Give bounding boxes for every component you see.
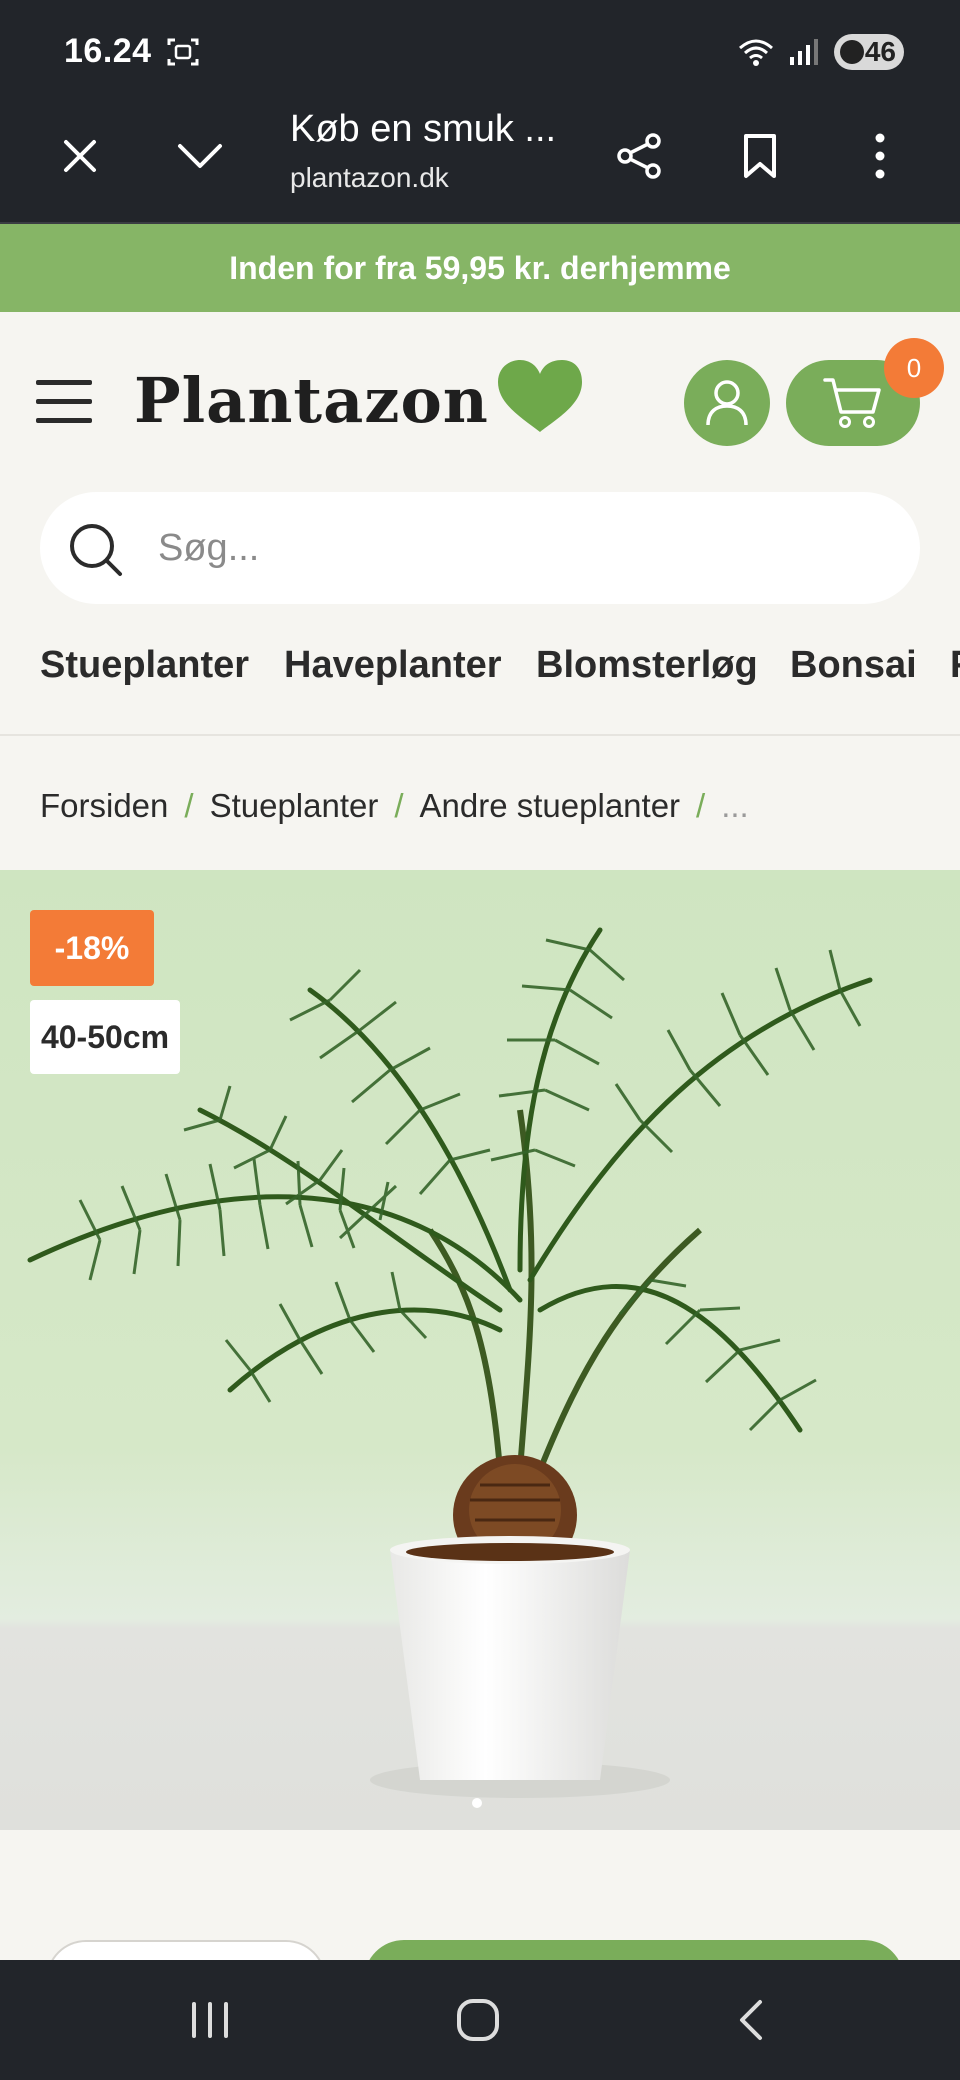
battery-level: 46	[864, 36, 896, 67]
battery-saver-icon	[840, 40, 864, 64]
breadcrumb-separator: /	[184, 787, 194, 824]
menu-button[interactable]	[36, 380, 92, 428]
home-button[interactable]	[448, 1990, 508, 2050]
screenshot-icon	[167, 38, 199, 66]
cart-count-badge: 0	[884, 338, 944, 398]
status-time: 16.24	[64, 32, 152, 70]
close-icon	[64, 140, 96, 172]
status-icons: 46	[736, 32, 904, 72]
tab-url[interactable]: plantazon.dk	[290, 162, 449, 194]
system-nav-bar	[0, 1960, 960, 2080]
minimize-button[interactable]	[168, 124, 232, 188]
close-tab-button[interactable]	[48, 124, 112, 188]
promo-banner[interactable]: Inden for fra 59,95 kr. derhjemme	[0, 224, 960, 312]
heart-logo-icon	[498, 360, 582, 432]
search-icon[interactable]	[66, 520, 126, 580]
carousel-dot[interactable]	[472, 1798, 482, 1808]
back-icon	[740, 2000, 762, 2040]
bookmark-button[interactable]	[728, 124, 792, 188]
bookmark-icon	[744, 134, 776, 178]
browser-toolbar: Køb en smuk ... plantazon.dk	[0, 96, 960, 224]
search-input[interactable]	[158, 514, 878, 582]
recent-apps-button[interactable]	[180, 1990, 240, 2050]
home-icon	[457, 1999, 499, 2041]
search-bar	[40, 492, 920, 604]
discount-badge: -18%	[30, 910, 154, 986]
category-bonsai[interactable]: Bonsai	[790, 644, 917, 687]
chevron-down-icon	[178, 144, 222, 168]
more-vertical-icon	[875, 133, 885, 179]
tab-title[interactable]: Køb en smuk ...	[290, 108, 556, 151]
breadcrumb: Forsiden / Stueplanter / Andre stueplant…	[40, 780, 749, 832]
category-more[interactable]: F	[950, 644, 960, 687]
battery-indicator: 46	[834, 34, 904, 70]
back-button[interactable]	[720, 1990, 780, 2050]
account-button[interactable]	[684, 360, 770, 446]
category-stueplanter[interactable]: Stueplanter	[40, 644, 249, 687]
breadcrumb-item-forsiden[interactable]: Forsiden	[40, 787, 168, 825]
breadcrumb-separator: /	[696, 787, 706, 824]
category-blomsterlog[interactable]: Blomsterløg	[536, 644, 758, 687]
more-options-button[interactable]	[848, 124, 912, 188]
promo-text: Inden for fra 59,95 kr. derhjemme	[229, 249, 731, 286]
breadcrumb-separator: /	[394, 787, 404, 824]
logo[interactable]: Plantazon	[134, 364, 489, 437]
breadcrumb-item-stueplanter[interactable]: Stueplanter	[210, 787, 379, 825]
cart-icon	[823, 378, 881, 428]
user-icon	[706, 380, 748, 426]
recent-apps-icon	[192, 2002, 228, 2038]
wifi-icon	[739, 39, 773, 66]
breadcrumb-item-andre-stueplanter[interactable]: Andre stueplanter	[420, 787, 681, 825]
site-header: Plantazon 0	[0, 312, 960, 472]
signal-icon	[790, 39, 818, 65]
product-image[interactable]: -18% 40-50cm	[0, 870, 960, 1830]
breadcrumb-ellipsis: ...	[721, 787, 749, 824]
share-button[interactable]	[608, 124, 672, 188]
share-icon	[617, 133, 661, 179]
size-badge: 40-50cm	[30, 1000, 180, 1074]
status-bar: 16.24 46	[0, 0, 960, 96]
category-haveplanter[interactable]: Haveplanter	[284, 644, 502, 687]
category-nav: Stueplanter Haveplanter Blomsterløg Bons…	[0, 620, 960, 736]
